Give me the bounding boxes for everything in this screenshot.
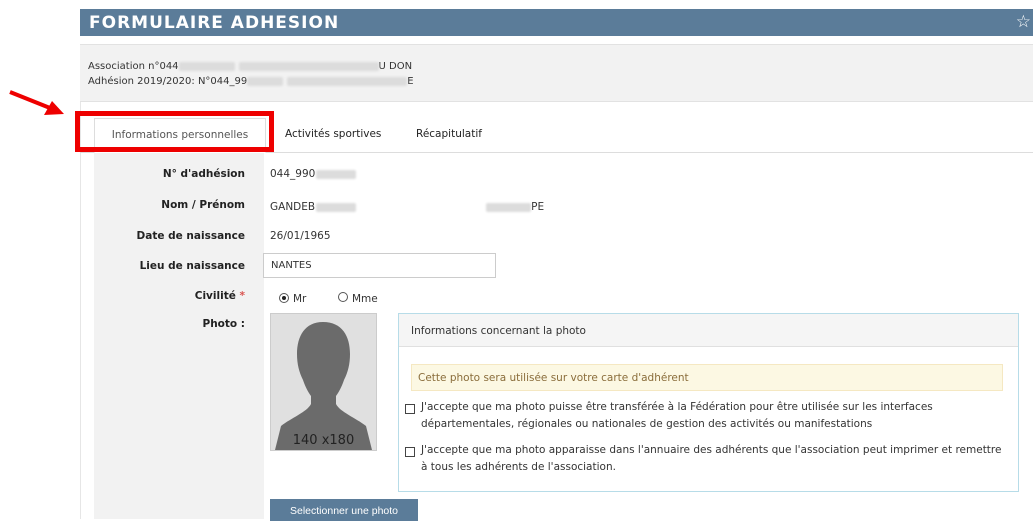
- annotation-highlight-box: [75, 111, 274, 152]
- adhesion-line: Adhésion 2019/2020: N°044_99 E: [88, 76, 414, 87]
- annotation-arrow: [9, 90, 64, 115]
- photo-usage-alert: Cette photo sera utilisée sur votre cart…: [411, 364, 1003, 391]
- radio-mr-label[interactable]: Mr: [293, 293, 306, 305]
- select-photo-button[interactable]: Selectionner une photo: [270, 499, 418, 521]
- civilite-label: Civilité *: [194, 290, 246, 302]
- photo-size-caption: 140 x180: [292, 433, 355, 448]
- photo-info-header: Informations concernant la photo: [399, 314, 1018, 347]
- required-marker: *: [239, 290, 246, 302]
- adhesion-number: Adhésion 2019/2020: N°044_99: [88, 76, 248, 87]
- association-number: Association n°044: [88, 61, 179, 72]
- nom-prenom-label: Nom / Prénom: [161, 199, 245, 211]
- redacted-text: [316, 169, 357, 179]
- photo-info-panel: Informations concernant la photo Cette p…: [398, 313, 1019, 492]
- adhesion-name-suffix: E: [407, 76, 414, 87]
- tab-activites-sportives[interactable]: Activités sportives: [285, 128, 381, 140]
- num-adhesion-value: 044_990: [270, 168, 357, 180]
- redacted-text: [178, 61, 235, 71]
- consent-annuaire-checkbox[interactable]: [405, 447, 415, 457]
- date-naissance-value: 26/01/1965: [270, 230, 331, 242]
- tab-recapitulatif[interactable]: Récapitulatif: [416, 128, 482, 140]
- form-header: FORMULAIRE ADHESION ☆: [80, 9, 1033, 36]
- redacted-text: [287, 76, 408, 86]
- photo-alert-text: Cette photo sera utilisée sur votre cart…: [418, 372, 689, 384]
- redacted-text: [316, 202, 357, 212]
- nom-prenom-value: GANDEB PE: [270, 201, 545, 213]
- photo-placeholder: 140 x180: [270, 313, 377, 451]
- radio-mme[interactable]: [338, 292, 348, 302]
- date-naissance-label: Date de naissance: [136, 230, 245, 242]
- photo-info-title: Informations concernant la photo: [411, 325, 586, 337]
- association-name-suffix: U DON: [378, 61, 413, 72]
- content-border: [80, 102, 81, 519]
- consent-annuaire-text: J'accepte que ma photo apparaisse dans l…: [421, 444, 1002, 473]
- star-icon[interactable]: ☆: [1016, 12, 1031, 32]
- radio-mme-label[interactable]: Mme: [352, 293, 378, 305]
- photo-label: Photo :: [202, 318, 245, 330]
- consent-federation-text: J'accepte que ma photo puisse être trans…: [421, 401, 933, 430]
- page-title: FORMULAIRE ADHESION: [89, 13, 340, 33]
- redacted-text: [238, 61, 379, 71]
- lieu-naissance-label: Lieu de naissance: [139, 260, 245, 272]
- redacted-text: [486, 202, 532, 212]
- association-info: Association n°044 U DON Adhésion 2019/202…: [80, 44, 1033, 102]
- redacted-text: [247, 76, 284, 86]
- association-line: Association n°044 U DON: [88, 61, 412, 72]
- num-adhesion-label: N° d'adhésion: [162, 168, 245, 180]
- radio-mr[interactable]: [279, 293, 289, 303]
- person-silhouette-icon: [275, 322, 372, 450]
- consent-federation-checkbox[interactable]: [405, 404, 415, 414]
- lieu-naissance-input[interactable]: [263, 253, 496, 278]
